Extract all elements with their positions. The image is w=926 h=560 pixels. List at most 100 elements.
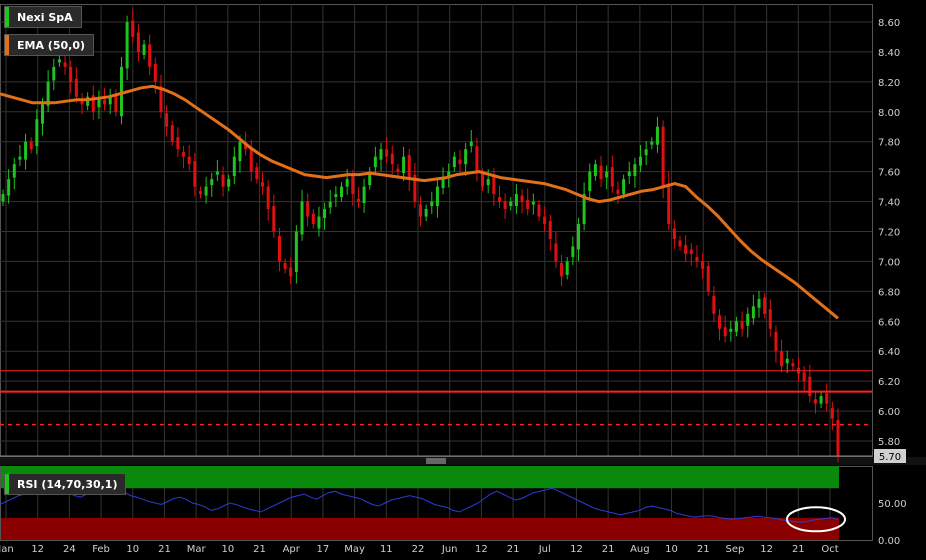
ema-legend-swatch: [5, 35, 9, 55]
candle-body: [24, 141, 28, 160]
time-axis-label: 21: [792, 544, 805, 555]
candle-body: [142, 44, 146, 55]
candle-body: [588, 171, 592, 192]
rsi-legend-label: RSI (14,70,30,1): [17, 477, 118, 491]
candle-body: [768, 309, 772, 329]
candle-body: [610, 167, 614, 187]
rsi-tick-label: 50.00: [878, 499, 907, 510]
candle-body: [780, 351, 784, 367]
candle-body: [317, 216, 321, 229]
stock-chart[interactable]: 8.60 8.40 8.20 8.00 7.80 7.60 7.40 7.20 7.00 6.80…: [0, 0, 926, 560]
candle-body: [328, 201, 332, 208]
candle-body: [255, 167, 259, 180]
rsi-legend[interactable]: RSI (14,70,30,1): [4, 473, 127, 495]
candle-body: [475, 146, 479, 172]
candle-body: [187, 156, 191, 165]
price-tick-label: 6.20: [878, 377, 900, 388]
candle-body: [424, 209, 428, 217]
candle-body: [165, 113, 169, 127]
candle-body: [537, 204, 541, 217]
candle-body: [74, 78, 78, 97]
time-axis-label: 21: [158, 544, 171, 555]
candle-body: [661, 126, 665, 187]
candle-body: [182, 152, 186, 157]
candle-body: [379, 149, 383, 160]
candle-body: [548, 221, 552, 239]
time-axis-label: Jan: [0, 544, 14, 555]
candle-body: [311, 213, 315, 225]
candle-body: [441, 179, 445, 189]
price-tick-label: 8.00: [878, 108, 900, 119]
time-axis-label: Apr: [283, 544, 301, 555]
candle-body: [689, 249, 693, 254]
candle-body: [407, 155, 411, 180]
candle-body: [283, 262, 287, 269]
candle-body: [57, 59, 61, 63]
candle-body: [763, 297, 767, 314]
candle-body: [678, 240, 682, 247]
candle-body: [125, 21, 129, 69]
candle-body: [576, 224, 580, 250]
candle-body: [148, 44, 152, 67]
candle-body: [294, 231, 298, 272]
ema-legend-label: EMA (50,0): [17, 38, 85, 52]
time-axis-label: 21: [253, 544, 266, 555]
candle-body: [836, 420, 840, 456]
price-panel-frame: [0, 4, 873, 457]
candle-body: [351, 176, 355, 195]
price-tick-label: 6.00: [878, 407, 900, 418]
candle-body: [345, 179, 349, 187]
rsi-legend-swatch: [5, 474, 9, 494]
price-tick-label: 7.40: [878, 198, 900, 209]
price-tick-label: 5.80: [878, 437, 900, 448]
candle-body: [430, 201, 434, 207]
candle-body: [215, 171, 219, 175]
time-axis-label: Jul: [538, 544, 551, 555]
candle-body: [497, 197, 501, 202]
candle-body: [1, 194, 5, 202]
last-price-label: 5.70: [879, 452, 901, 463]
price-legend-label: Nexi SpA: [17, 10, 73, 24]
time-axis-label: 12: [570, 544, 583, 555]
candle-body: [695, 256, 699, 262]
candle-body: [560, 262, 564, 277]
candle-body: [227, 179, 231, 187]
candle-body: [706, 265, 710, 292]
candle-body: [734, 321, 738, 332]
candle-body: [18, 156, 22, 160]
panel-splitter: [0, 457, 926, 465]
candle-body: [825, 393, 829, 404]
candle-body: [80, 101, 84, 105]
candle-body: [486, 179, 490, 186]
candle-body: [650, 141, 654, 145]
candle-body: [531, 201, 535, 205]
candle-body: [740, 321, 744, 329]
price-legend[interactable]: Nexi SpA: [4, 6, 82, 28]
time-axis-label: Sep: [725, 544, 744, 555]
candle-body: [616, 189, 620, 195]
candle-body: [193, 161, 197, 187]
ema-legend[interactable]: EMA (50,0): [4, 34, 94, 56]
candle-body: [481, 173, 485, 187]
price-tick-label: 6.40: [878, 347, 900, 358]
price-tick-label: 8.60: [878, 18, 900, 29]
candle-body: [390, 153, 394, 165]
candle-body: [605, 171, 609, 178]
candle-body: [802, 372, 806, 382]
candle-body: [813, 399, 817, 404]
time-axis-label: 12: [31, 544, 44, 555]
candle-body: [757, 298, 761, 308]
candle-body: [712, 295, 716, 314]
candle-body: [419, 204, 422, 217]
candle-body: [136, 32, 140, 52]
time-axis-label: 10: [126, 544, 139, 555]
candle-body: [565, 261, 569, 275]
candle-body: [306, 201, 310, 217]
price-tick-label: 6.80: [878, 287, 900, 298]
candle-body: [289, 267, 293, 277]
candle-body: [526, 200, 530, 210]
candle-body: [35, 119, 39, 147]
candle-body: [435, 186, 439, 207]
time-axis-label: Mar: [187, 544, 207, 555]
candle-body: [469, 141, 473, 147]
